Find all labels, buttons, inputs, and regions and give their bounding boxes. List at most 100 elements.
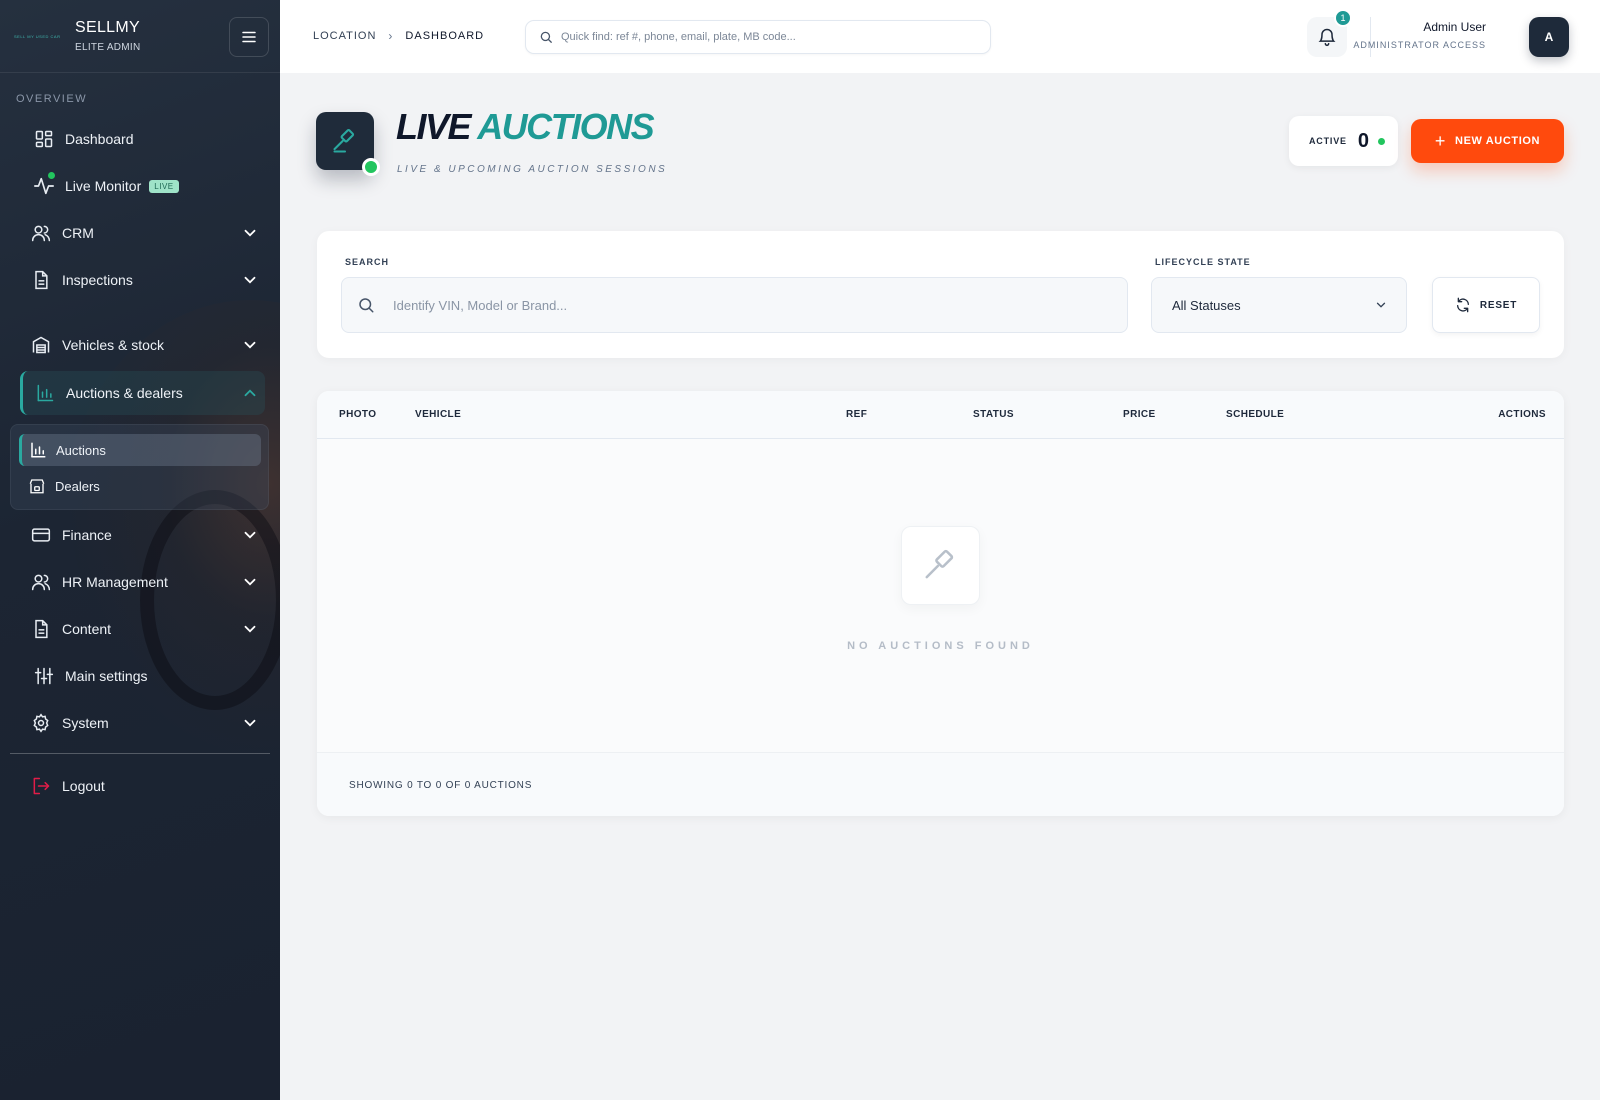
logout-button[interactable]: Logout — [20, 766, 265, 806]
active-count-card: ACTIVE 0 — [1289, 116, 1398, 166]
topbar-divider — [1370, 17, 1371, 57]
reset-label: RESET — [1479, 299, 1518, 311]
sidebar-subitem-label: Auctions — [56, 442, 106, 458]
quick-find-box — [525, 20, 991, 54]
logout-icon — [30, 775, 52, 797]
column-header-ref[interactable]: REF — [846, 409, 867, 420]
sidebar-item-main-settings[interactable]: Main settings — [20, 656, 265, 696]
brand-name: SELLMY — [75, 19, 140, 36]
refresh-icon — [1456, 297, 1469, 313]
search-label: SEARCH — [345, 257, 390, 267]
sidebar-subitem-label: Dealers — [55, 478, 100, 494]
activity-icon — [33, 172, 55, 197]
active-status-dot — [1377, 137, 1385, 145]
sidebar-item-label: System — [62, 715, 109, 731]
users-icon — [30, 222, 52, 244]
sidebar-item-label: HR Management — [62, 574, 168, 590]
menu-toggle-button[interactable] — [229, 17, 269, 57]
quick-find-input[interactable] — [561, 31, 961, 43]
garage-icon — [30, 334, 52, 356]
vehicle-search-input[interactable] — [393, 297, 1093, 313]
chevron-down-icon — [244, 625, 256, 633]
brand: SELL MY USED CAR SELLMY ELITE ADMIN — [0, 0, 280, 73]
active-count: 0 — [1357, 129, 1369, 152]
sidebar-item-dashboard[interactable]: Dashboard — [20, 119, 265, 159]
credit-card-icon — [30, 524, 52, 546]
sidebar-item-content[interactable]: Content — [20, 609, 265, 649]
chevron-down-icon — [244, 531, 256, 539]
sidebar: SELL MY USED CAR SELLMY ELITE ADMIN OVER… — [0, 0, 280, 1100]
sidebar-item-finance[interactable]: Finance — [20, 515, 265, 555]
column-header-actions[interactable]: ACTIONS — [1498, 409, 1546, 420]
bar-chart-icon — [34, 382, 56, 404]
reset-button[interactable]: RESET — [1432, 277, 1540, 333]
active-label: ACTIVE — [1309, 136, 1347, 146]
sidebar-item-label: Live Monitor — [65, 178, 142, 194]
sidebar-item-system[interactable]: System — [20, 703, 265, 743]
table-header: PHOTO VEHICLE REF STATUS PRICE SCHEDULE … — [317, 391, 1564, 439]
empty-state-icon-tile — [901, 526, 980, 605]
sidebar-item-auctions-dealers[interactable]: Auctions & dealers — [20, 371, 265, 415]
store-icon — [27, 476, 47, 496]
vehicle-search-box — [341, 277, 1128, 333]
page-title: LIVE AUCTIONS — [396, 106, 655, 148]
lifecycle-state-select[interactable]: All Statuses — [1151, 277, 1407, 333]
new-auction-button[interactable]: + NEW AUCTION — [1411, 119, 1564, 163]
chevron-down-icon — [244, 341, 256, 349]
topbar: LOCATION › DASHBOARD 1 Admin User ADMINI… — [280, 0, 1600, 73]
users-icon — [30, 571, 52, 593]
breadcrumb-item-dashboard[interactable]: DASHBOARD — [405, 30, 484, 42]
live-status-dot — [362, 158, 380, 176]
breadcrumb-item-location[interactable]: LOCATION — [313, 30, 376, 42]
brand-subtitle: ELITE ADMIN — [75, 42, 141, 53]
sidebar-item-hr-management[interactable]: HR Management — [20, 562, 265, 602]
chevron-down-icon — [244, 578, 256, 586]
page-title-part2: AUCTIONS — [477, 106, 655, 147]
sidebar-subitem-auctions[interactable]: Auctions — [19, 434, 261, 466]
search-icon — [359, 298, 374, 313]
sidebar-item-crm[interactable]: CRM — [20, 213, 265, 253]
chevron-down-icon — [244, 719, 256, 727]
brand-logo[interactable]: SELL MY USED CAR — [14, 34, 62, 40]
search-icon — [540, 31, 552, 43]
user-name: Admin User — [1423, 20, 1486, 34]
chevron-down-icon — [244, 276, 256, 284]
notification-count-badge: 1 — [1334, 9, 1352, 27]
sidebar-subitem-dealers[interactable]: Dealers — [19, 470, 261, 502]
column-header-status[interactable]: STATUS — [973, 409, 1014, 420]
new-auction-label: NEW AUCTION — [1455, 135, 1541, 147]
avatar[interactable]: A — [1529, 17, 1569, 57]
auctions-submenu: Auctions Dealers — [10, 424, 269, 510]
breadcrumb-separator-icon: › — [388, 29, 394, 43]
column-header-photo[interactable]: PHOTO — [339, 409, 376, 420]
document-icon — [30, 269, 52, 291]
sidebar-item-live-monitor[interactable]: Live Monitor LIVE — [20, 166, 265, 206]
user-role: ADMINISTRATOR ACCESS — [1353, 40, 1486, 50]
sidebar-item-label: Inspections — [62, 272, 133, 288]
sidebar-item-vehicles-stock[interactable]: Vehicles & stock — [20, 325, 265, 365]
filter-card: SEARCH LIFECYCLE STATE All Statuses RESE… — [317, 231, 1564, 358]
empty-state-text: NO AUCTIONS FOUND — [847, 640, 1034, 652]
live-indicator-dot — [48, 172, 55, 179]
gavel-icon — [924, 549, 953, 578]
sidebar-item-inspections[interactable]: Inspections — [20, 260, 265, 300]
column-header-vehicle[interactable]: VEHICLE — [415, 409, 461, 420]
lifecycle-selected-value: All Statuses — [1172, 297, 1241, 313]
sidebar-item-label: CRM — [62, 225, 94, 241]
page-subtitle: LIVE & UPCOMING AUCTION SESSIONS — [397, 164, 668, 175]
column-header-price[interactable]: PRICE — [1123, 409, 1156, 420]
plus-icon: + — [1434, 131, 1447, 151]
sidebar-item-label: Main settings — [65, 668, 148, 684]
column-header-schedule[interactable]: SCHEDULE — [1226, 409, 1284, 420]
sidebar-item-label: Dashboard — [65, 131, 134, 147]
auctions-table: PHOTO VEHICLE REF STATUS PRICE SCHEDULE … — [317, 391, 1564, 816]
sidebar-divider — [10, 753, 270, 754]
pagination-summary: SHOWING 0 TO 0 OF 0 AUCTIONS — [349, 780, 533, 791]
sidebar-section-label: OVERVIEW — [16, 93, 88, 105]
chevron-up-icon — [244, 389, 256, 397]
bar-chart-icon — [28, 440, 48, 460]
sidebar-item-label: Vehicles & stock — [62, 337, 164, 353]
gear-icon — [30, 712, 52, 734]
page-title-part1: LIVE — [396, 106, 472, 147]
chevron-down-icon — [1376, 302, 1386, 308]
